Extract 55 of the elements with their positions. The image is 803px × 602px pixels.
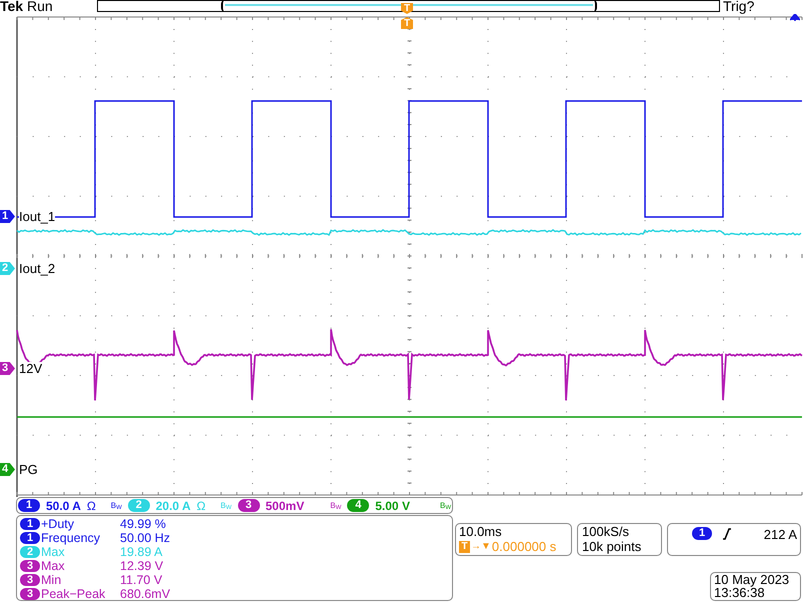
bandwidth-limit-label: B$_{W}$ [440,500,451,510]
measurement-name: Max [40,545,66,559]
date-label: 10 May 2023 [714,573,790,586]
channel-badge[interactable]: 3 [238,499,260,512]
channel-badge: 1 [20,518,40,530]
channel-scale: 5.00 V [375,498,410,512]
trigger-status: Trig? [723,0,754,15]
channel-label: 12V [19,362,42,376]
measurement-value: 49.99 % [120,517,166,531]
coupling-label: Ω [86,498,96,512]
bandwidth-limit-label: B$_{W}$ [330,500,342,510]
record-length: 10k points [582,539,642,554]
channel-label: Iout_2 [19,262,56,276]
channel-badge: 1 [692,527,712,540]
trigger-position: 0.000000 s [492,539,556,554]
measurement-value: 12.39 V [120,559,164,573]
channel-label: Iout_1 [19,210,56,224]
channel-badge: 1 [20,532,40,544]
channel-scale: 500mV [266,498,304,512]
channel-scale: 50.0 A [46,498,81,512]
measurement-name: +Duty [40,517,76,531]
measurement-value: 50.00 Hz [120,531,170,545]
measurement-value: 11.70 V [120,573,162,587]
measurement-name: Peak−Peak [40,587,106,601]
channel-marker[interactable]: 1 [0,210,15,223]
trigger-position-marker: T [401,3,413,14]
run-state: Run [27,0,53,15]
time-label: 13:36:38 [714,586,766,600]
channel-label: PG [19,463,38,477]
rising-edge-icon [722,528,732,540]
channel-marker[interactable]: 4 [0,463,15,476]
channel-badge: 2 [20,546,40,558]
measurement-value: 680.6mV [120,587,170,601]
channel-scale: 20.0 A [156,498,191,512]
timebase-scale: 10.0ms [459,524,503,539]
delay-arrow-label: →▼ [471,540,491,554]
measurement-name: Frequency [40,531,102,545]
sample-rate: 100kS/s [582,524,630,539]
channel-marker[interactable]: 3 [0,362,15,375]
channel-badge[interactable]: 4 [347,499,370,512]
channel-badge[interactable]: 1 [18,499,40,512]
bandwidth-limit-label: B$_{W}$ [220,500,232,510]
trigger-level: 212 A [764,527,797,542]
trigger-level-arrow-icon [790,14,800,21]
channel-badge: 3 [20,560,40,572]
measurement-name: Min [40,573,62,587]
measurement-name: Max [40,559,66,573]
trigger-badge: T [459,540,470,552]
brand-label: Tek [0,0,24,15]
channel-badge: 3 [20,574,40,586]
bandwidth-limit-label: B$_{W}$ [110,500,122,510]
trigger-marker: T [401,17,413,29]
channel-badge: 3 [20,588,40,600]
measurement-value: 19.89 A [120,545,162,559]
coupling-label: Ω [196,498,206,512]
